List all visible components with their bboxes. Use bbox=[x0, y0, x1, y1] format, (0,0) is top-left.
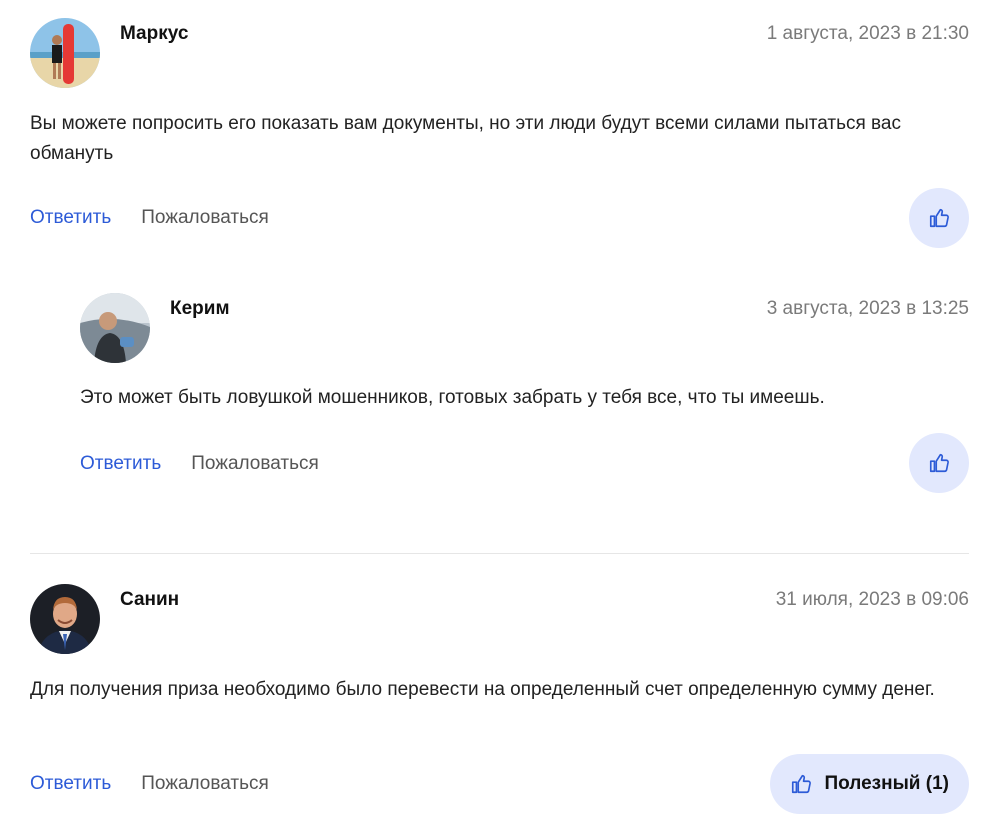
comment-date: 31 июля, 2023 в 09:06 bbox=[775, 589, 969, 610]
author-name: Санин bbox=[120, 589, 180, 610]
useful-label: Полезный (1) bbox=[824, 773, 949, 794]
comment-sanin: Санин 31 июля, 2023 в 09:06 Для получени… bbox=[0, 0, 969, 834]
useful-button[interactable]: Полезный (1) bbox=[770, 754, 969, 814]
reply-button[interactable]: Ответить bbox=[30, 773, 111, 795]
thumbs-up-icon bbox=[792, 774, 812, 794]
report-button[interactable]: Пожаловаться bbox=[141, 773, 269, 795]
avatar[interactable] bbox=[30, 584, 100, 654]
avatar-image bbox=[30, 584, 100, 654]
comment-actions: Ответить Пожаловаться bbox=[30, 773, 269, 795]
comment-text: Для получения приза необходимо было пере… bbox=[30, 679, 935, 700]
